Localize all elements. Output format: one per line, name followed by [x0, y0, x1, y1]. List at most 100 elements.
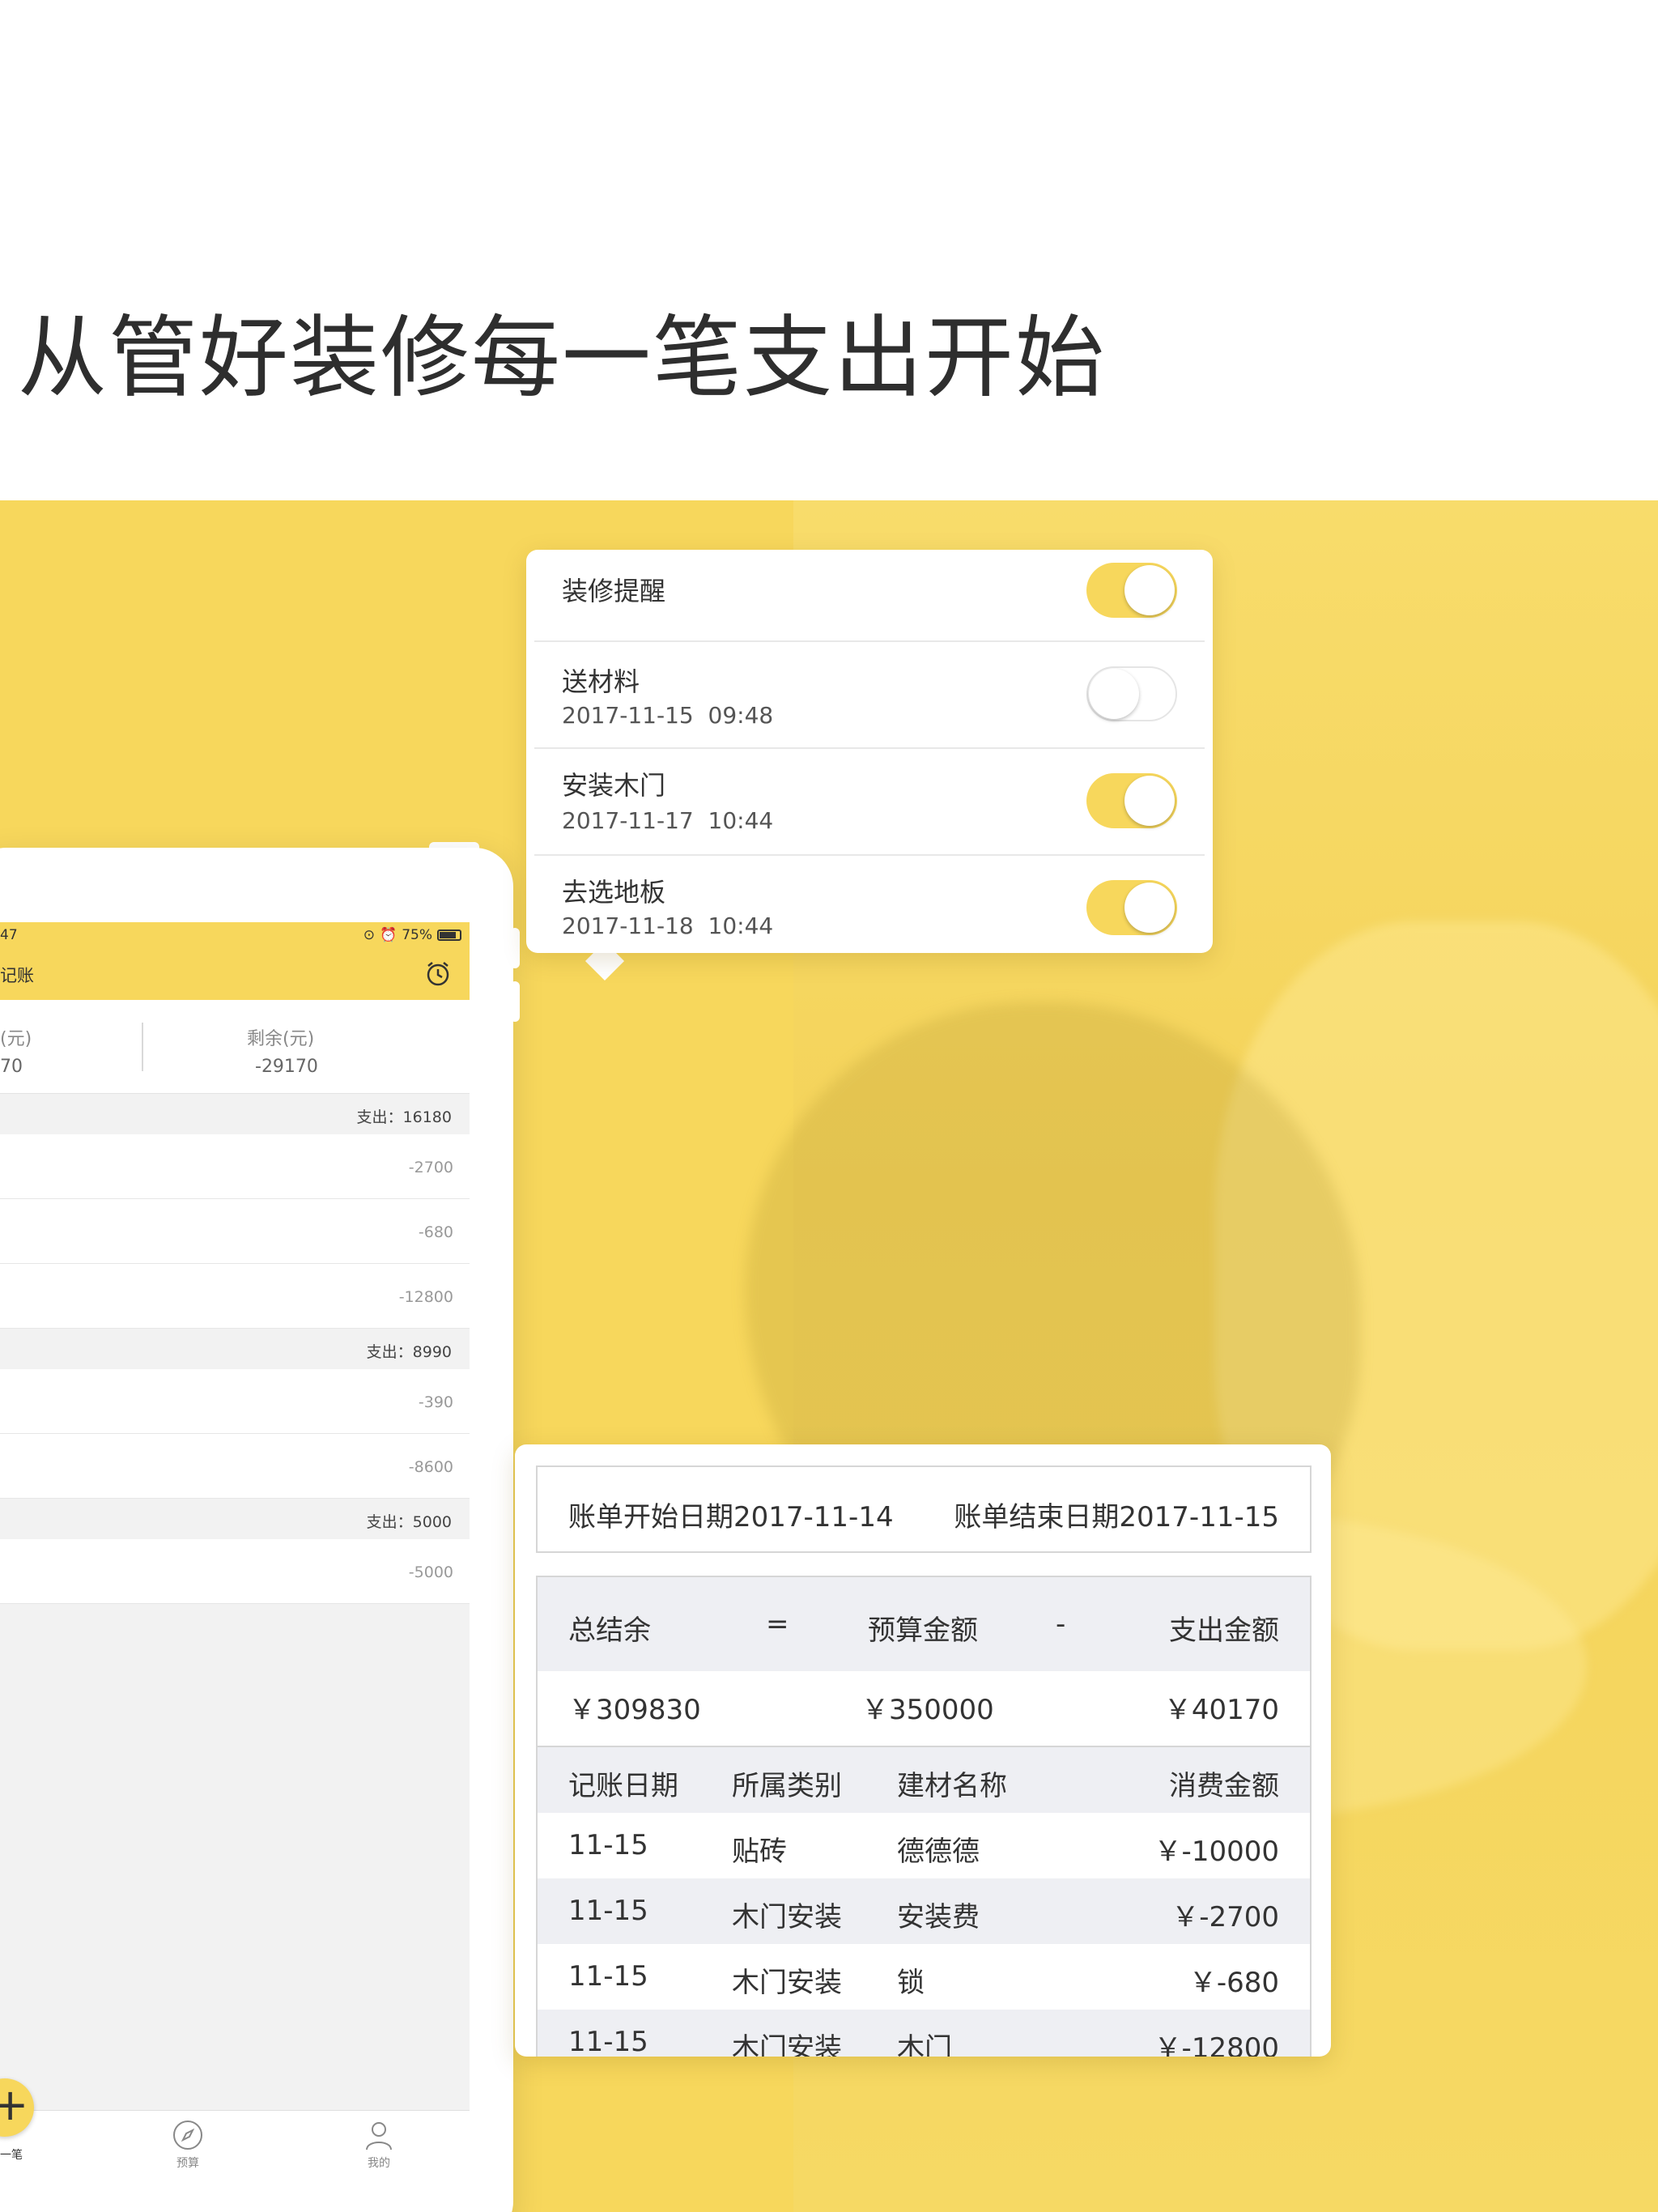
equals-sign: = [766, 1608, 789, 1640]
plus-icon: + [0, 2079, 29, 2130]
page: 从管好装修每一笔支出开始 47 ⊙ ⏰ 75% 记账 (元) 70 剩余(元) … [0, 0, 1658, 2212]
list-item-amount: -12800 [398, 1288, 453, 1306]
toggle-knob [1124, 776, 1175, 826]
tab-bar: + 一笔 预算 我的 [0, 2078, 470, 2179]
summary-panel: (元) 70 剩余(元) -29170 [0, 1000, 470, 1094]
column-header-amount: 消费金额 [1169, 1770, 1279, 1802]
group-header: 支出：16180 [0, 1094, 470, 1134]
cell-category: 木门安装 [732, 2032, 842, 2057]
formula-header-row: 总结余 = 预算金额 - 支出金额 [538, 1577, 1310, 1671]
cell-amount: ￥-12800 [1154, 2032, 1279, 2057]
column-header-date: 记账日期 [568, 1770, 678, 1802]
ipad-volume-down [510, 981, 520, 1022]
toggle-knob [1124, 565, 1175, 615]
reminder-date: 2017-11-17 [562, 807, 694, 834]
formula-value-row: ￥309830 ￥350000 ￥40170 [538, 1671, 1310, 1746]
cell-material: 德德德 [897, 1836, 980, 1868]
summary-remaining-label: 剩余(元) [247, 1029, 315, 1049]
reminder-toggle[interactable] [1086, 666, 1177, 721]
summary-left-value: 70 [0, 1057, 23, 1077]
reminder-item[interactable]: 送材料 2017-11-15 09:48 [526, 642, 1213, 747]
compass-icon [173, 2121, 202, 2150]
ipad-volume-up [510, 928, 520, 968]
reminder-master-row: 装修提醒 [526, 550, 1213, 640]
list-item-amount: -680 [418, 1223, 453, 1241]
reminder-item[interactable]: 安装木门 2017-11-17 10:44 [526, 749, 1213, 854]
cell-material: 木门 [897, 2032, 952, 2057]
battery-percent: 75% [402, 927, 432, 943]
tab-budget[interactable]: 预算 [155, 2119, 220, 2171]
spend-amount-value: ￥40170 [1163, 1694, 1279, 1726]
alarm-clock-icon[interactable] [424, 959, 452, 987]
cell-date: 11-15 [568, 1829, 648, 1861]
alarm-status-icon: ⏰ [380, 927, 397, 943]
spend-amount-label: 支出金额 [1169, 1614, 1279, 1647]
ipad-screen: 47 ⊙ ⏰ 75% 记账 (元) 70 剩余(元) -29170 支出：161… [0, 922, 470, 2179]
reminder-datetime: 2017-11-17 10:44 [562, 807, 773, 834]
toggle-knob [1124, 883, 1175, 933]
table-header-row: 记账日期 所属类别 建材名称 消费金额 [538, 1747, 1310, 1813]
group-header: 支出：5000 [0, 1499, 470, 1539]
cell-material: 安装费 [897, 1901, 980, 1933]
cell-date: 11-15 [568, 1895, 648, 1927]
reminder-time: 09:48 [708, 702, 774, 729]
reminder-datetime: 2017-11-18 10:44 [562, 912, 773, 939]
reminder-item[interactable]: 去选地板 2017-11-18 10:44 [526, 856, 1213, 953]
column-header-category: 所属类别 [732, 1770, 842, 1802]
group-header-total: 支出：16180 [356, 1108, 452, 1126]
reminder-datetime: 2017-11-15 09:48 [562, 702, 773, 729]
headline: 从管好装修每一笔支出开始 [18, 306, 1106, 410]
reminder-time: 10:44 [708, 807, 774, 834]
list-item[interactable]: -12800 [0, 1264, 470, 1329]
reminder-title: 去选地板 [562, 877, 666, 908]
list-item[interactable]: -390 [0, 1369, 470, 1434]
expense-list: 支出：16180 -2700 -680 -12800 支出：8990 -390 … [0, 1094, 470, 1604]
list-item[interactable]: -8600 [0, 1434, 470, 1499]
total-balance-label: 总结余 [568, 1614, 651, 1647]
bill-card: 账单开始日期2017-11-14 账单结束日期2017-11-15 总结余 = … [515, 1444, 1331, 2057]
cell-amount: ￥-2700 [1171, 1901, 1279, 1933]
group-header: 支出：8990 [0, 1329, 470, 1369]
bill-end-date: 账单结束日期2017-11-15 [954, 1501, 1279, 1534]
status-time: 47 [0, 927, 18, 943]
list-item-amount: -2700 [408, 1159, 453, 1176]
cell-material: 锁 [897, 1967, 925, 1999]
reminder-toggle[interactable] [1086, 773, 1177, 828]
tab-mine[interactable]: 我的 [346, 2119, 411, 2171]
bill-start-date: 账单开始日期2017-11-14 [568, 1501, 894, 1534]
cell-category: 木门安装 [732, 1901, 842, 1933]
list-item[interactable]: -5000 [0, 1539, 470, 1604]
summary-remaining-value: -29170 [255, 1057, 318, 1077]
tab-budget-label: 预算 [176, 2157, 199, 2170]
budget-amount-label: 预算金额 [868, 1614, 978, 1647]
bill-date-range: 账单开始日期2017-11-14 账单结束日期2017-11-15 [536, 1465, 1312, 1553]
reminder-master-title: 装修提醒 [562, 576, 666, 606]
reminder-toggle[interactable] [1086, 880, 1177, 935]
nav-bar: 记账 [0, 948, 470, 1000]
reminder-time: 10:44 [708, 912, 774, 939]
list-item[interactable]: -2700 [0, 1134, 470, 1199]
status-right: ⊙ ⏰ 75% [363, 927, 461, 943]
tab-mine-label: 我的 [368, 2157, 390, 2170]
reminder-date: 2017-11-15 [562, 702, 694, 729]
list-item-amount: -5000 [408, 1563, 453, 1581]
table-row: 11-15 木门安装 锁 ￥-680 [538, 1944, 1310, 2010]
status-bar: 47 ⊙ ⏰ 75% [0, 922, 470, 948]
nav-title: 记账 [0, 966, 34, 985]
add-entry-button[interactable]: + [0, 2078, 34, 2137]
bill-table: 总结余 = 预算金额 - 支出金额 ￥309830 ￥350000 ￥40170… [536, 1576, 1312, 2057]
summary-left-label: (元) [0, 1029, 32, 1049]
toggle-knob [1089, 669, 1139, 719]
table-row: 11-15 木门安装 木门 ￥-12800 [538, 2010, 1310, 2057]
tab-add-label[interactable]: 一笔 [0, 2146, 23, 2163]
list-item-amount: -390 [418, 1393, 453, 1411]
table-row: 11-15 贴砖 德德德 ￥-10000 [538, 1813, 1310, 1878]
cell-amount: ￥-680 [1188, 1967, 1279, 1999]
budget-amount-value: ￥350000 [861, 1694, 994, 1726]
reminder-master-toggle[interactable] [1086, 563, 1177, 618]
group-header-total: 支出：5000 [366, 1513, 452, 1531]
table-row: 11-15 木门安装 安装费 ￥-2700 [538, 1878, 1310, 1944]
list-item[interactable]: -680 [0, 1199, 470, 1264]
minus-sign: - [1056, 1608, 1066, 1640]
lock-rotation-icon: ⊙ [363, 927, 376, 943]
